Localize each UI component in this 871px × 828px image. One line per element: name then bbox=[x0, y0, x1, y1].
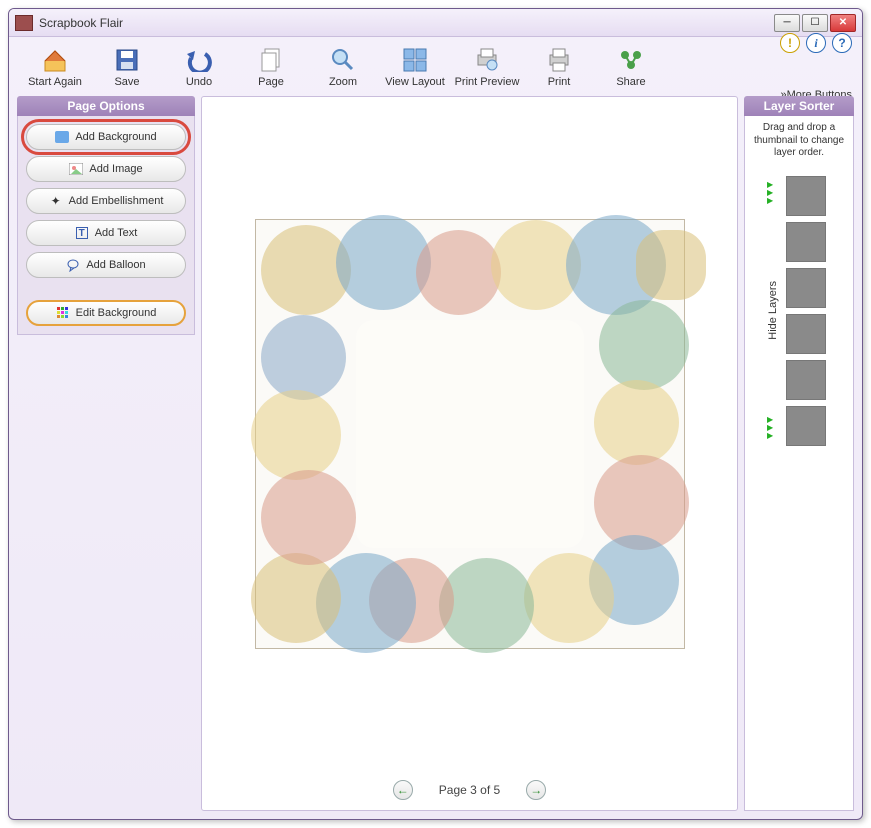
layer-thumbnails bbox=[781, 176, 831, 446]
layer-thumb[interactable] bbox=[786, 360, 826, 400]
layer-sorter-panel: Layer Sorter Drag and drop a thumbnail t… bbox=[744, 96, 854, 811]
app-window: Scrapbook Flair ─ ☐ ✕ Start Again Save U… bbox=[8, 8, 863, 820]
balloon-icon bbox=[66, 258, 80, 272]
label: Undo bbox=[186, 76, 212, 88]
maximize-button[interactable]: ☐ bbox=[802, 14, 828, 32]
embellish-icon: ✦ bbox=[49, 194, 63, 208]
scrapbook-page[interactable] bbox=[255, 219, 685, 649]
label: Add Image bbox=[89, 163, 142, 175]
label: View Layout bbox=[385, 76, 445, 88]
minimize-button[interactable]: ─ bbox=[774, 14, 800, 32]
hide-layers-toggle[interactable]: Hide Layers bbox=[767, 281, 779, 340]
background-icon bbox=[55, 130, 69, 144]
add-embellishment-button[interactable]: ✦ Add Embellishment bbox=[26, 188, 186, 214]
alert-icon[interactable]: ! bbox=[780, 33, 800, 53]
zoom-icon bbox=[328, 46, 358, 74]
titlebar: Scrapbook Flair ─ ☐ ✕ bbox=[9, 9, 862, 37]
page-options-panel: Page Options Add Background Add Image ✦ … bbox=[17, 96, 195, 811]
page-options-header: Page Options bbox=[17, 96, 195, 116]
label: Add Background bbox=[75, 131, 156, 143]
start-again-button[interactable]: Start Again bbox=[19, 46, 91, 88]
print-preview-icon bbox=[472, 46, 502, 74]
print-icon bbox=[544, 46, 574, 74]
print-button[interactable]: Print bbox=[523, 46, 595, 88]
help-buttons: ! i ? bbox=[780, 33, 852, 53]
page-indicator: Page 3 of 5 bbox=[439, 783, 500, 797]
layer-thumb[interactable] bbox=[786, 314, 826, 354]
label: Print Preview bbox=[455, 76, 520, 88]
help-icon[interactable]: ? bbox=[832, 33, 852, 53]
label: Save bbox=[114, 76, 139, 88]
page-icon bbox=[256, 46, 286, 74]
info-icon[interactable]: i bbox=[806, 33, 826, 53]
layer-thumb[interactable] bbox=[786, 176, 826, 216]
canvas-area: ← Page 3 of 5 → bbox=[201, 96, 738, 811]
home-icon bbox=[40, 46, 70, 74]
share-icon bbox=[616, 46, 646, 74]
text-icon: T bbox=[75, 226, 89, 240]
prev-page-button[interactable]: ← bbox=[393, 780, 413, 800]
label: Zoom bbox=[329, 76, 357, 88]
page-button[interactable]: Page bbox=[235, 46, 307, 88]
close-button[interactable]: ✕ bbox=[830, 14, 856, 32]
layout-icon bbox=[400, 46, 430, 74]
label: Start Again bbox=[28, 76, 82, 88]
canvas[interactable] bbox=[202, 97, 737, 770]
undo-button[interactable]: Undo bbox=[163, 46, 235, 88]
view-layout-button[interactable]: View Layout bbox=[379, 46, 451, 88]
image-icon bbox=[69, 162, 83, 176]
app-icon bbox=[15, 15, 33, 31]
layer-sorter-hint: Drag and drop a thumbnail to change laye… bbox=[749, 122, 849, 160]
label: Edit Background bbox=[76, 307, 157, 319]
zoom-button[interactable]: Zoom bbox=[307, 46, 379, 88]
page-navigator: ← Page 3 of 5 → bbox=[202, 770, 737, 810]
label: Page bbox=[258, 76, 284, 88]
label: Share bbox=[616, 76, 645, 88]
layer-thumb[interactable] bbox=[786, 268, 826, 308]
label: Add Embellishment bbox=[69, 195, 164, 207]
grid-icon bbox=[56, 306, 70, 320]
print-preview-button[interactable]: Print Preview bbox=[451, 46, 523, 88]
add-image-button[interactable]: Add Image bbox=[26, 156, 186, 182]
undo-icon bbox=[184, 46, 214, 74]
label: Add Balloon bbox=[86, 259, 145, 271]
layer-sorter-header: Layer Sorter bbox=[744, 96, 854, 116]
app-title: Scrapbook Flair bbox=[39, 16, 774, 30]
arrow-icon: ▶ bbox=[767, 197, 779, 205]
share-button[interactable]: Share bbox=[595, 46, 667, 88]
main-toolbar: Start Again Save Undo Page Zoom View Lay… bbox=[9, 37, 862, 95]
layer-thumb[interactable] bbox=[786, 406, 826, 446]
save-icon bbox=[112, 46, 142, 74]
arrow-icon: ▶ bbox=[767, 432, 779, 440]
add-background-button[interactable]: Add Background bbox=[26, 124, 186, 150]
save-button[interactable]: Save bbox=[91, 46, 163, 88]
add-balloon-button[interactable]: Add Balloon bbox=[26, 252, 186, 278]
add-text-button[interactable]: T Add Text bbox=[26, 220, 186, 246]
label: Print bbox=[548, 76, 571, 88]
main-body: Page Options Add Background Add Image ✦ … bbox=[9, 95, 862, 819]
edit-background-button[interactable]: Edit Background bbox=[26, 300, 186, 326]
label: Add Text bbox=[95, 227, 138, 239]
layer-thumb[interactable] bbox=[786, 222, 826, 262]
window-controls: ─ ☐ ✕ bbox=[774, 14, 856, 32]
next-page-button[interactable]: → bbox=[526, 780, 546, 800]
